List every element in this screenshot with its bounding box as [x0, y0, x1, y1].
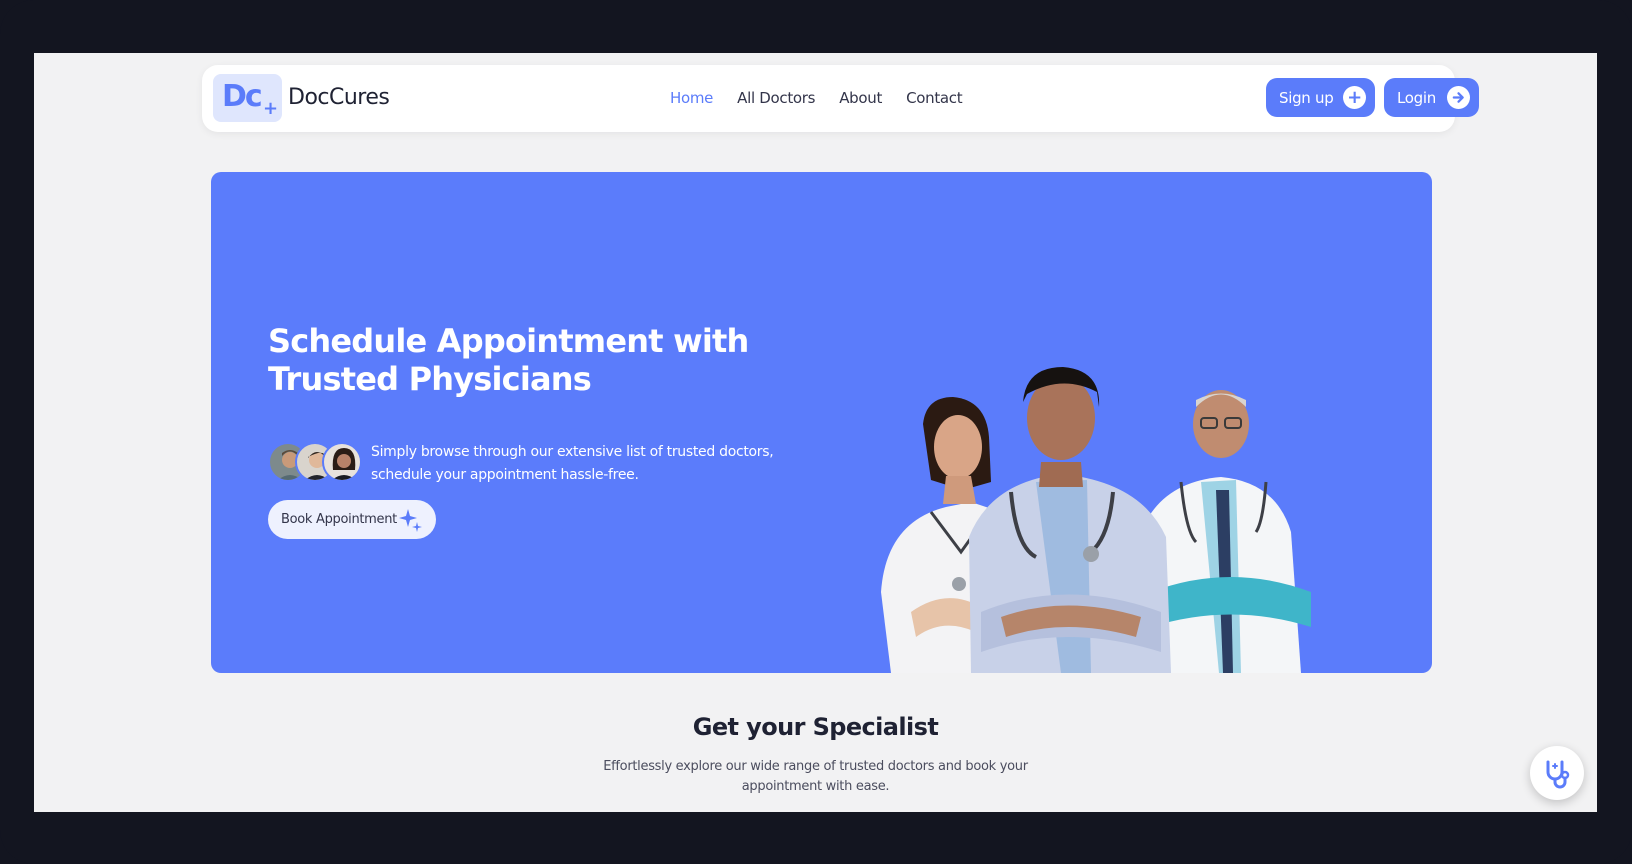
book-appointment-button[interactable]: Book Appointment: [268, 500, 436, 539]
nav-link-about[interactable]: About: [839, 89, 882, 107]
browser-viewport: Dc + DocCures Home All Doctors About Con…: [34, 53, 1597, 812]
hero-description-line1: Simply browse through our extensive list…: [371, 444, 774, 460]
device-frame: Dc + DocCures Home All Doctors About Con…: [0, 0, 1632, 864]
login-button[interactable]: Login: [1384, 78, 1479, 117]
signup-button[interactable]: Sign up +: [1266, 78, 1375, 117]
signup-label: Sign up: [1279, 88, 1334, 107]
logo-mark: Dc: [222, 79, 263, 114]
nav-links: Home All Doctors About Contact: [670, 89, 963, 107]
login-label: Login: [1397, 88, 1436, 107]
hero-title-line1: Schedule Appointment with: [268, 322, 749, 360]
sparkle-icon: [399, 509, 422, 532]
plus-circle-icon: +: [1343, 86, 1366, 109]
stethoscope-icon: [1546, 760, 1570, 789]
avatar-group: [268, 442, 364, 484]
navbar: Dc + DocCures Home All Doctors About Con…: [202, 65, 1479, 132]
hero-description-line2: schedule your appointment hassle-free.: [371, 467, 639, 483]
section-title: Get your Specialist: [692, 713, 939, 741]
logo[interactable]: Dc +: [213, 74, 282, 122]
logo-plus-icon: +: [263, 98, 279, 119]
hero-title: Schedule Appointment with Trusted Physic…: [268, 322, 788, 398]
nav-link-home[interactable]: Home: [670, 89, 713, 107]
nav-link-all-doctors[interactable]: All Doctors: [737, 89, 815, 107]
hero-description: Simply browse through our extensive list…: [371, 441, 791, 487]
book-appointment-label: Book Appointment: [281, 512, 397, 527]
doctors-illustration: [881, 367, 1311, 673]
chat-fab-button[interactable]: [1530, 746, 1584, 800]
arrow-right-circle-icon: [1447, 86, 1470, 109]
hero-banner: Schedule Appointment with Trusted Physic…: [211, 172, 1432, 673]
avatar: [322, 442, 362, 482]
brand-name[interactable]: DocCures: [288, 85, 390, 110]
hero-title-line2: Trusted Physicians: [268, 360, 592, 398]
section-subtitle: Effortlessly explore our wide range of t…: [603, 759, 1028, 794]
nav-link-contact[interactable]: Contact: [906, 89, 963, 107]
